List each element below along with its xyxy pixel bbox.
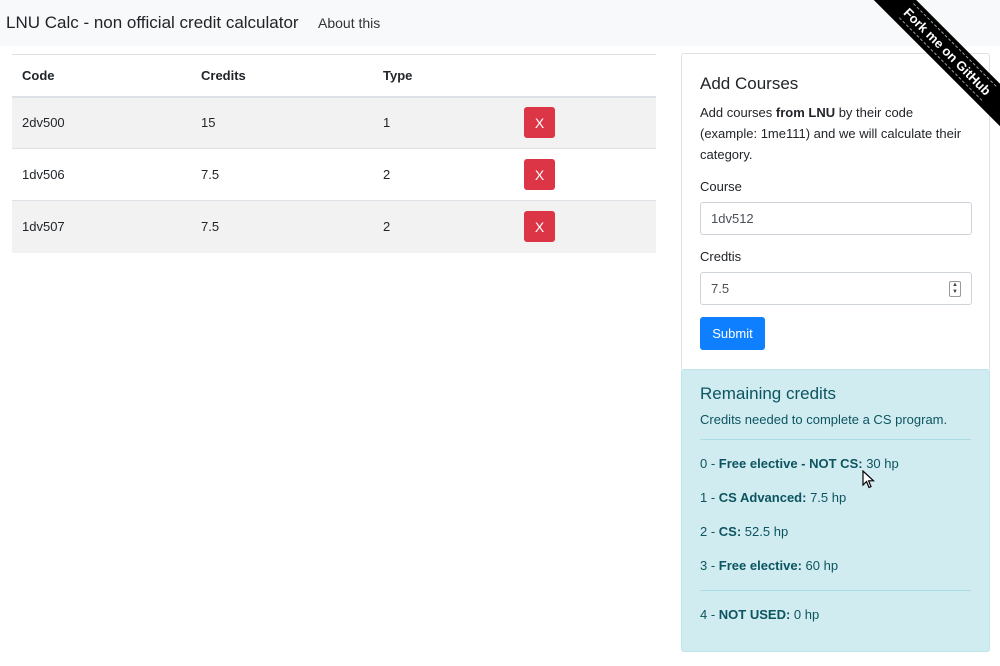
cell-credits: 7.5 bbox=[191, 200, 373, 253]
courses-table: Code Credits Type 2dv500 15 1 X 1dv506 7… bbox=[12, 54, 656, 253]
credits-input-value: 7.5 bbox=[711, 281, 730, 296]
cell-type: 2 bbox=[373, 148, 514, 201]
cell-credits: 7.5 bbox=[191, 148, 373, 201]
cell-credits: 15 bbox=[191, 96, 373, 149]
category-value: 7.5 hp bbox=[806, 490, 847, 505]
header-code: Code bbox=[12, 54, 191, 98]
credits-input[interactable]: 7.5 ▲ ▼ bbox=[700, 272, 972, 305]
divider bbox=[700, 439, 971, 440]
credits-label: Credtis bbox=[700, 249, 742, 264]
fork-github-ribbon[interactable]: Fork me on GitHub bbox=[862, 0, 1000, 137]
cell-code: 1dv507 bbox=[12, 200, 191, 253]
submit-button[interactable]: Submit bbox=[700, 317, 765, 350]
remaining-subtitle: Credits needed to complete a CS program. bbox=[700, 412, 948, 427]
cell-action: X bbox=[514, 200, 656, 253]
cell-action: X bbox=[514, 148, 656, 201]
course-label: Course bbox=[700, 179, 742, 194]
spinner-icon[interactable]: ▲ ▼ bbox=[949, 280, 961, 297]
cell-action: X bbox=[514, 96, 656, 149]
category-name: Free elective: bbox=[718, 558, 802, 573]
category-value: 60 hp bbox=[801, 558, 839, 573]
cell-type: 2 bbox=[373, 200, 514, 253]
table-row: 1dv506 7.5 2 X bbox=[12, 148, 656, 201]
ribbon-text: Fork me on GitHub bbox=[898, 2, 997, 101]
description-pre: Add courses bbox=[700, 105, 776, 120]
category-4: 4 - NOT USED: 0 hp bbox=[700, 607, 971, 625]
course-input[interactable]: 1dv512 bbox=[700, 202, 972, 235]
mouse-cursor-icon bbox=[862, 470, 876, 489]
cell-type: 1 bbox=[373, 96, 514, 149]
category-value: 30 hp bbox=[862, 456, 899, 471]
about-link[interactable]: About this bbox=[318, 15, 380, 31]
category-value: 0 hp bbox=[790, 607, 820, 622]
navbar-brand[interactable]: LNU Calc - non official credit calculato… bbox=[6, 13, 299, 33]
header-action bbox=[514, 54, 656, 98]
course-input-value: 1dv512 bbox=[711, 211, 754, 226]
category-num: 3 - bbox=[700, 558, 719, 573]
delete-course-button[interactable]: X bbox=[524, 107, 555, 139]
divider bbox=[700, 590, 971, 591]
category-1: 1 - CS Advanced: 7.5 hp bbox=[700, 490, 971, 508]
category-2: 2 - CS: 52.5 hp bbox=[700, 524, 971, 542]
category-0: 0 - Free elective - NOT CS: 30 hp bbox=[700, 456, 971, 474]
table-header-row: Code Credits Type bbox=[12, 54, 656, 98]
category-name: CS: bbox=[718, 524, 742, 539]
category-value: 52.5 hp bbox=[741, 524, 789, 539]
category-num: 1 - bbox=[700, 490, 719, 505]
table-row: 1dv507 7.5 2 X bbox=[12, 200, 656, 253]
category-name: Free elective - NOT CS: bbox=[718, 456, 863, 471]
table-row: 2dv500 15 1 X bbox=[12, 96, 656, 149]
category-name: CS Advanced: bbox=[718, 490, 807, 505]
description-bold: from LNU bbox=[775, 105, 836, 120]
category-num: 0 - bbox=[700, 456, 719, 471]
cell-code: 2dv500 bbox=[12, 96, 191, 149]
remaining-title: Remaining credits bbox=[700, 384, 837, 403]
header-type: Type bbox=[373, 54, 514, 98]
github-ribbon-container: Fork me on GitHub bbox=[850, 0, 1000, 150]
delete-course-button[interactable]: X bbox=[524, 159, 555, 190]
courses-table-container: Code Credits Type 2dv500 15 1 X 1dv506 7… bbox=[12, 54, 656, 253]
cell-code: 1dv506 bbox=[12, 148, 191, 201]
category-num: 2 - bbox=[700, 524, 719, 539]
header-credits: Credits bbox=[191, 54, 373, 98]
category-num: 4 - bbox=[700, 607, 719, 622]
remaining-credits-card: Remaining credits Credits needed to comp… bbox=[681, 369, 990, 652]
delete-course-button[interactable]: X bbox=[524, 211, 555, 243]
category-3: 3 - Free elective: 60 hp bbox=[700, 558, 971, 576]
category-name: NOT USED: bbox=[718, 607, 791, 622]
